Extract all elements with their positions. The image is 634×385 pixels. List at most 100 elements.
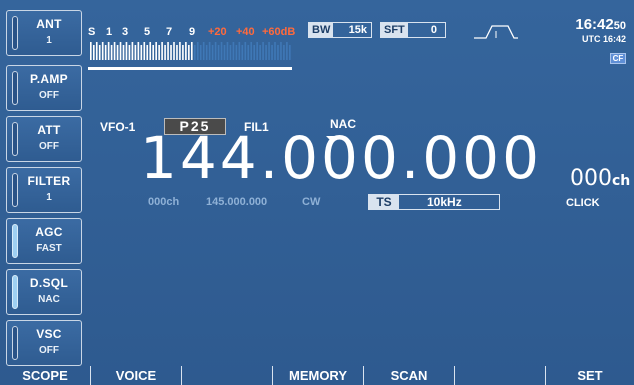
sft-box[interactable]: SFT 0 [380,22,446,38]
smeter-segment [271,45,273,60]
softkey-memory[interactable]: MEMORY [273,366,363,385]
smeter-segment [232,42,235,60]
smeter-segment [92,45,95,60]
smeter-segment [182,45,184,60]
cf-badge: CF [610,53,626,64]
smeter-segment [104,45,107,60]
indicator-led-icon [12,326,18,360]
bw-label: BW [309,23,334,37]
channel-unit: ch [612,173,631,189]
indicator-led-icon [12,122,18,156]
vfo-label: VFO-1 [100,120,136,134]
smeter-segment [193,45,196,60]
side-button-label: ANT [36,17,62,31]
smeter-label-plus40: +40 [236,26,255,38]
indicator-led-icon [12,173,18,207]
smeter-segment [90,42,92,60]
smeter-segment [202,42,205,60]
smeter-segment [149,42,152,60]
smeter-label-plus60: +60dB [262,26,296,38]
indicator-led-icon [12,16,18,50]
softkey-voice[interactable]: VOICE [91,366,181,385]
side-button-value: FAST [36,243,62,254]
side-button-label: VSC [36,327,62,341]
side-button-value: NAC [38,294,60,305]
smeter-segment [274,42,276,60]
side-button-ant[interactable]: ANT 1 [6,10,82,56]
smeter-segment [223,45,226,60]
indicator-led-icon [12,224,18,258]
sft-value: 0 [430,24,437,36]
clock: 16:4250 UTC 16:42 [575,16,626,44]
smeter-segment [116,45,119,60]
channel-number: 000ch [570,166,630,191]
side-button-label: D.SQL [29,276,69,290]
side-button-agc[interactable]: AGC FAST [6,218,82,264]
smeter-segment [164,45,166,60]
smeter-segment [208,42,211,60]
smeter-segment [191,42,193,60]
smeter-segment [211,45,214,60]
softkey-empty-6[interactable] [455,366,545,385]
smeter-label-s: S [88,26,96,38]
indicator-led-icon [12,275,18,309]
main-frequency[interactable]: 144.000.000 [140,124,542,192]
channel-number-value: 000 [570,166,612,191]
smeter-segment [161,42,163,60]
bw-value: 15k [348,24,367,36]
radio-display: ANT 1 P.AMP OFF ATT OFF FILTER 1 AGC FAST D.SQL NAC… [0,0,634,385]
smeter-segment [125,42,128,60]
clock-seconds: 50 [613,20,626,32]
smeter-segment [247,45,250,60]
side-button-p-amp[interactable]: P.AMP OFF [6,65,82,111]
sub-frequency: 145.000.000 [206,196,268,208]
softkey-scope[interactable]: SCOPE [0,366,90,385]
smeter-segment [214,42,217,60]
side-button-d-sql[interactable]: D.SQL NAC [6,269,82,315]
smeter-segment [146,45,149,60]
sub-channel: 000ch [148,196,180,208]
smeter-bar [90,42,291,60]
side-button-label: AGC [35,225,63,239]
smeter-segment [256,42,258,60]
smeter-segment [238,42,241,60]
smeter-segment [131,42,134,60]
side-button-label: P.AMP [30,72,68,86]
smeter-segment [253,45,256,60]
smeter-segment [268,42,270,60]
side-button-vsc[interactable]: VSC OFF [6,320,82,366]
side-button-value: OFF [39,345,59,356]
smeter-label-3: 3 [122,26,129,38]
smeter-segment [280,42,282,60]
side-button-value: 1 [46,35,52,46]
smeter-segment [196,42,199,60]
softkey-scan[interactable]: SCAN [364,366,454,385]
smeter-segment [262,42,264,60]
smeter-label-plus20: +20 [208,26,227,38]
smeter-segment [241,45,244,60]
smeter-segment [152,45,155,60]
bw-box[interactable]: BW 15k [308,22,372,38]
smeter-segment [244,42,247,60]
clock-time: 16:42 [575,16,614,33]
smeter-segment [259,45,261,60]
smeter-segment [265,45,267,60]
smeter-label-5: 5 [144,26,151,38]
side-button-att[interactable]: ATT OFF [6,116,82,162]
indicator-led-icon [12,71,18,105]
smeter-segment [128,45,131,60]
smeter-segment [101,42,104,60]
sub-mode: CW [302,196,321,208]
side-button-filter[interactable]: FILTER 1 [6,167,82,213]
softkey-empty-3[interactable] [182,366,272,385]
smeter-segment [122,45,125,60]
smeter-segment [205,45,208,60]
bottom-softkey-bar: SCOPE VOICE MEMORY SCAN SET [0,366,634,385]
smeter-segment [235,45,238,60]
utc-time: UTC 16:42 [581,34,626,44]
softkey-set[interactable]: SET [546,366,634,385]
smeter-segment [179,42,181,60]
tuning-step-box[interactable]: TS 10kHz [368,194,500,210]
ts-label: TS [369,195,399,209]
smeter-segment [167,42,169,60]
